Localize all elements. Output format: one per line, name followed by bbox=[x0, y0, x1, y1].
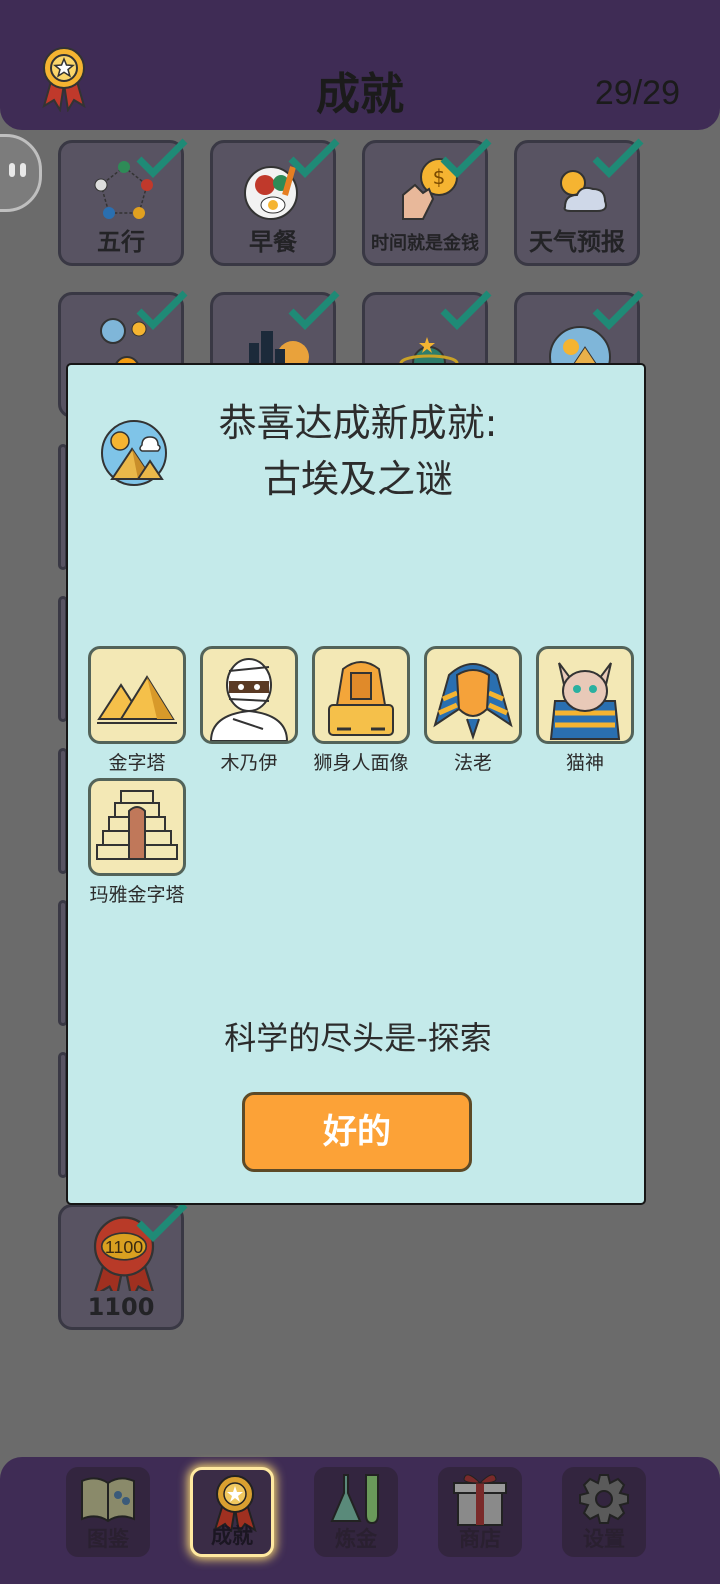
item-name: 木乃伊 bbox=[220, 752, 278, 774]
item-name: 猫神 bbox=[565, 752, 604, 774]
achievement-tile[interactable]: 1100 1100 bbox=[58, 1202, 188, 1330]
achievement-tile[interactable]: 早餐 bbox=[210, 138, 340, 266]
pyramids-icon bbox=[97, 675, 177, 724]
nav-item-collection[interactable]: 图鉴 bbox=[66, 1467, 150, 1557]
nav-item-shop[interactable]: 商店 bbox=[438, 1467, 522, 1557]
tile-label: 时间就是金钱 bbox=[371, 233, 479, 254]
item-pharaoh[interactable]: 法老 bbox=[418, 646, 528, 775]
bottom-navigation: 图鉴 成就 炼金 商店 设置 bbox=[0, 1457, 720, 1584]
gear-icon bbox=[579, 1474, 629, 1524]
dialog-heading: 恭喜达成新成就: 古埃及之谜 bbox=[68, 395, 648, 507]
nav-label: 成就 bbox=[211, 1524, 253, 1548]
checkmark-icon bbox=[136, 1202, 188, 1242]
nav-label: 炼金 bbox=[335, 1527, 377, 1551]
mayan-pyramid-icon bbox=[96, 790, 178, 860]
item-name: 玛雅金字塔 bbox=[89, 884, 185, 906]
pause-icon-bar bbox=[20, 163, 26, 177]
item-name: 法老 bbox=[453, 752, 492, 774]
checkmark-icon bbox=[440, 290, 492, 330]
tile-label: 1100 bbox=[87, 1293, 155, 1321]
pharaoh-icon bbox=[433, 663, 513, 741]
item-name: 狮身人面像 bbox=[313, 752, 409, 774]
nav-item-achievements[interactable]: 成就 bbox=[190, 1467, 274, 1557]
ok-button[interactable]: 好的 bbox=[242, 1092, 472, 1172]
item-sphinx[interactable]: 狮身人面像 bbox=[306, 646, 416, 775]
achievement-count: 29/29 bbox=[594, 74, 680, 112]
tile-label: 早餐 bbox=[249, 228, 297, 256]
sphinx-icon bbox=[328, 661, 394, 736]
item-cat-god[interactable]: 猫神 bbox=[530, 646, 640, 775]
checkmark-icon bbox=[440, 138, 492, 178]
cat-god-icon bbox=[549, 662, 621, 740]
pause-icon-bar bbox=[9, 163, 15, 177]
nav-label: 图鉴 bbox=[87, 1527, 129, 1551]
gift-icon bbox=[453, 1474, 507, 1526]
achievement-tile[interactable]: 五行 bbox=[58, 138, 188, 266]
tile-label: 五行 bbox=[97, 228, 145, 256]
floating-pause-button[interactable] bbox=[0, 134, 42, 212]
nav-label: 设置 bbox=[583, 1527, 625, 1551]
item-pyramids[interactable]: 金字塔 bbox=[82, 646, 192, 775]
checkmark-icon bbox=[592, 290, 644, 330]
dialog-motto: 科学的尽头是-探索 bbox=[224, 1019, 492, 1057]
dialog-heading-line1: 恭喜达成新成就: bbox=[218, 401, 498, 445]
nav-item-alchemy[interactable]: 炼金 bbox=[314, 1467, 398, 1557]
tile-label: 天气预报 bbox=[529, 228, 625, 256]
header-bar: 成就 29/29 bbox=[0, 0, 720, 130]
dialog-achievement-name: 古埃及之谜 bbox=[262, 457, 453, 501]
achievement-tile[interactable]: $ 时间就是金钱 bbox=[362, 138, 492, 266]
checkmark-icon bbox=[288, 138, 340, 178]
achievement-tile[interactable]: 天气预报 bbox=[514, 138, 644, 266]
checkmark-icon bbox=[592, 138, 644, 178]
checkmark-icon bbox=[288, 290, 340, 330]
book-icon bbox=[81, 1477, 135, 1523]
nav-label: 商店 bbox=[459, 1527, 501, 1551]
nav-item-settings[interactable]: 设置 bbox=[562, 1467, 646, 1557]
flask-icon bbox=[330, 1474, 379, 1525]
item-mummy[interactable]: 木乃伊 bbox=[194, 646, 304, 775]
item-name: 金字塔 bbox=[108, 752, 166, 774]
item-mayan-pyramid[interactable]: 玛雅金字塔 bbox=[82, 778, 192, 907]
checkmark-icon bbox=[136, 138, 188, 178]
achievement-unlocked-dialog: 恭喜达成新成就: 古埃及之谜 金字塔 木乃伊 狮身人面像 法老 猫神 玛雅金字塔… bbox=[66, 363, 646, 1205]
mummy-icon bbox=[209, 658, 289, 741]
checkmark-icon bbox=[136, 290, 188, 330]
